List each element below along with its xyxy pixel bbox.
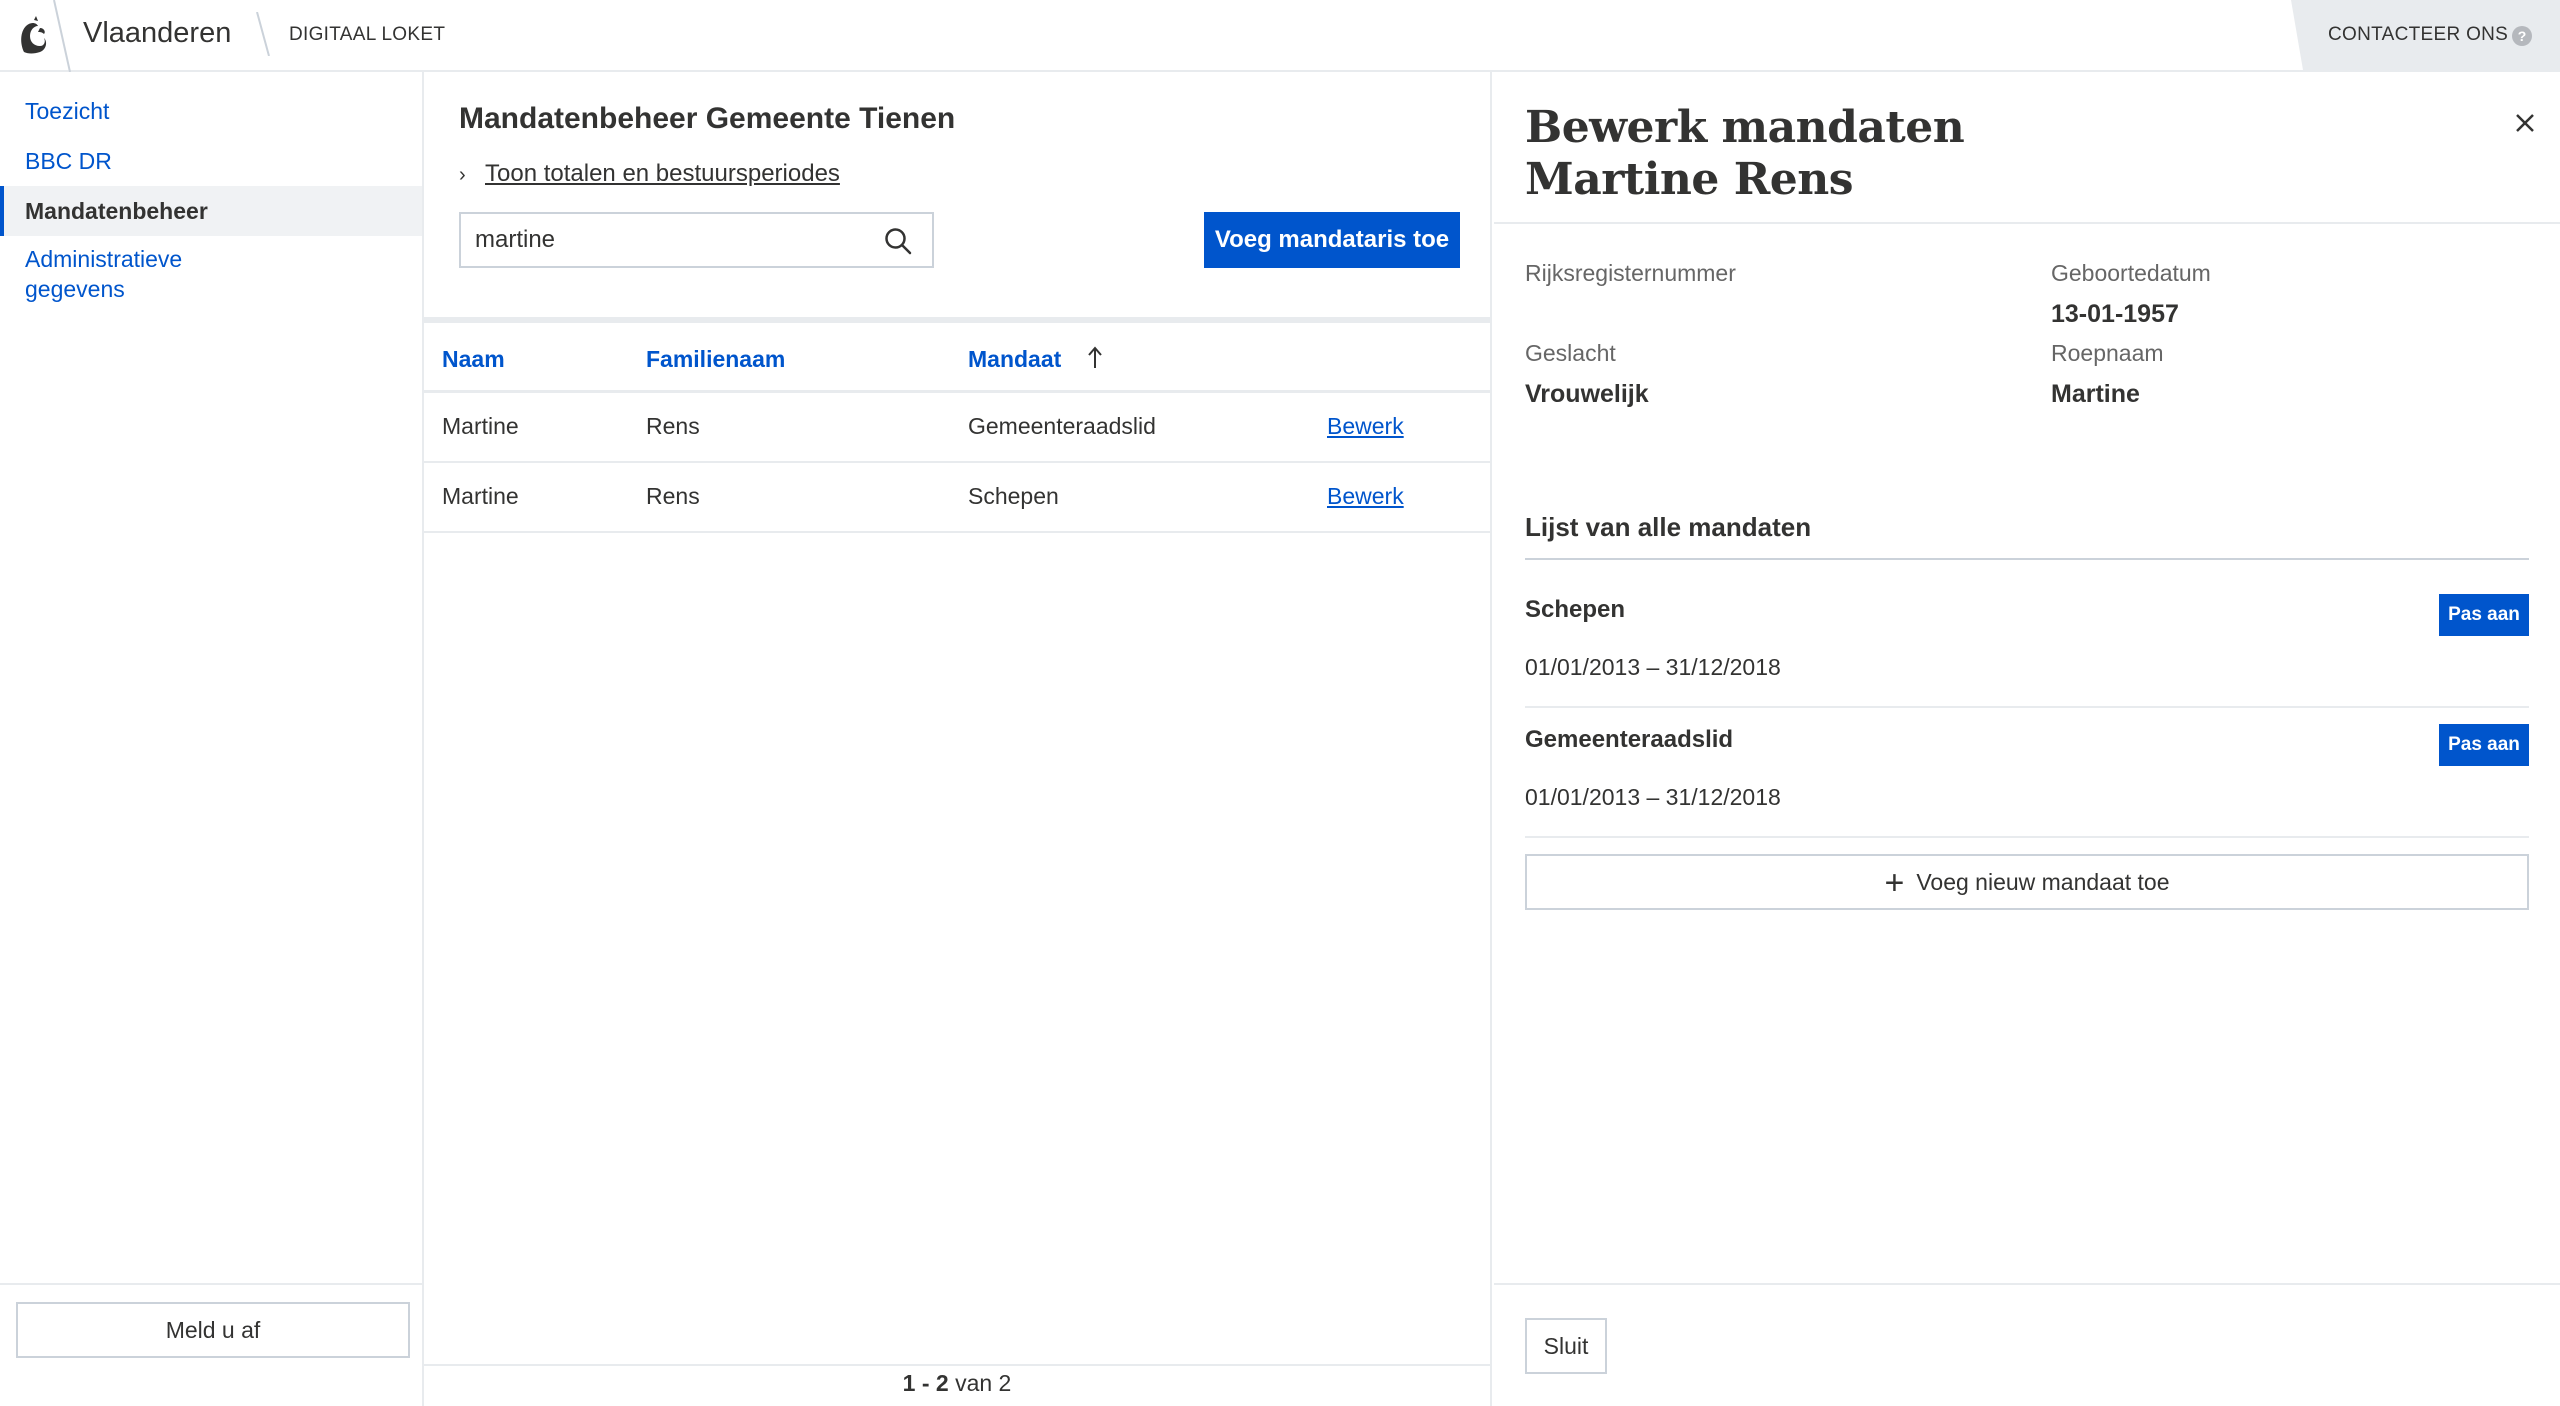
mandate-name: Gemeenteraadslid xyxy=(1525,726,1734,753)
edit-mandate-button[interactable]: Pas aan xyxy=(2439,594,2529,636)
close-button[interactable]: Sluit xyxy=(1525,1318,1607,1374)
sidebar-divider xyxy=(0,1283,422,1285)
toggle-totals-label[interactable]: Toon totalen en bestuursperiodes xyxy=(485,160,840,187)
mandates-section-title: Lijst van alle mandaten xyxy=(1525,512,1812,542)
edit-mandate-button[interactable]: Pas aan xyxy=(2439,724,2529,766)
cell-familienaam: Rens xyxy=(646,413,700,439)
panel-title: Bewerk mandaten Martine Rens xyxy=(1525,102,1965,206)
pager-divider xyxy=(424,1364,1490,1366)
geslacht-label: Geslacht xyxy=(1525,340,1616,366)
mandate-period: 01/01/2013 – 31/12/2018 xyxy=(1525,784,1781,810)
edit-mandates-panel: Bewerk mandaten Martine Rens Rijksregist… xyxy=(1494,72,2560,1406)
panel-header-divider xyxy=(1494,222,2560,224)
sidebar-item-toezicht[interactable]: Toezicht xyxy=(0,96,422,126)
column-header-naam[interactable]: Naam xyxy=(442,346,505,373)
geboortedatum-label: Geboortedatum xyxy=(2051,260,2211,286)
mandate-divider xyxy=(1525,836,2529,838)
search-icon[interactable] xyxy=(884,227,912,255)
column-header-familienaam[interactable]: Familienaam xyxy=(646,346,785,373)
panel-title-line2: Martine Rens xyxy=(1525,154,1854,205)
search-input[interactable] xyxy=(475,224,865,256)
table-header: Naam Familienaam Mandaat xyxy=(424,323,1490,393)
roepnaam-value: Martine xyxy=(2051,380,2140,408)
toggle-totals[interactable]: › Toon totalen en bestuursperiodes xyxy=(459,160,840,188)
main-content: Mandatenbeheer Gemeente Tienen › Toon tot… xyxy=(424,72,1492,1406)
mandate-period: 01/01/2013 – 31/12/2018 xyxy=(1525,654,1781,680)
table-row: Martine Rens Schepen Bewerk xyxy=(424,463,1490,533)
sidebar-item-bbc-dr[interactable]: BBC DR xyxy=(0,146,422,176)
section-divider xyxy=(1525,558,2529,560)
mandatarissen-table: Naam Familienaam Mandaat Martine Rens Ge… xyxy=(424,317,1490,533)
pagination-total: van 2 xyxy=(955,1370,1012,1396)
roepnaam-label: Roepnaam xyxy=(2051,340,2164,366)
add-mandataris-button[interactable]: Voeg mandataris toe xyxy=(1204,212,1460,268)
add-mandate-label: Voeg nieuw mandaat toe xyxy=(1916,869,2170,895)
panel-title-line1: Bewerk mandaten xyxy=(1525,102,1965,153)
product-name[interactable]: DIGITAAL LOKET xyxy=(289,24,445,46)
plus-icon: + xyxy=(1884,864,1905,902)
add-mandate-button[interactable]: + Voeg nieuw mandaat toe xyxy=(1525,854,2529,910)
column-header-mandaat[interactable]: Mandaat xyxy=(968,346,1061,373)
geslacht-value: Vrouwelijk xyxy=(1525,380,1649,408)
table-row: Martine Rens Gemeenteraadslid Bewerk xyxy=(424,393,1490,463)
page-title: Mandatenbeheer Gemeente Tienen xyxy=(459,102,956,135)
flemish-lion-logo-icon[interactable] xyxy=(14,14,52,58)
app-header: Vlaanderen DIGITAAL LOKET CONTACTEER ONS… xyxy=(0,0,2560,72)
brand-name[interactable]: Vlaanderen xyxy=(83,17,231,50)
close-icon[interactable] xyxy=(2512,110,2538,136)
contact-label[interactable]: CONTACTEER ONS xyxy=(2328,24,2508,46)
cell-naam: Martine xyxy=(442,413,519,439)
header-divider xyxy=(53,0,71,72)
sort-ascending-icon[interactable] xyxy=(1085,344,1105,372)
cell-mandaat: Schepen xyxy=(968,483,1059,509)
panel-footer-divider xyxy=(1494,1283,2560,1285)
edit-link[interactable]: Bewerk xyxy=(1327,483,1404,510)
rijksregisternummer-label: Rijksregisternummer xyxy=(1525,260,1736,286)
cell-naam: Martine xyxy=(442,483,519,509)
chevron-right-icon: › xyxy=(459,164,466,186)
help-icon[interactable]: ? xyxy=(2512,26,2532,46)
search-field[interactable] xyxy=(459,212,934,268)
geboortedatum-value: 13-01-1957 xyxy=(2051,300,2179,328)
mandate-name: Schepen xyxy=(1525,596,1626,623)
sidebar-item-administratieve-gegevens[interactable]: Administratieve gegevens xyxy=(0,244,260,304)
mandate-divider xyxy=(1525,706,2529,708)
pagination-range: 1 - 2 xyxy=(902,1370,949,1396)
logout-button[interactable]: Meld u af xyxy=(16,1302,410,1358)
cell-familienaam: Rens xyxy=(646,483,700,509)
edit-link[interactable]: Bewerk xyxy=(1327,413,1404,440)
sidebar: Toezicht BBC DR Mandatenbeheer Administr… xyxy=(0,72,424,1406)
pagination: 1 - 2 van 2 xyxy=(424,1370,1490,1397)
cell-mandaat: Gemeenteraadslid xyxy=(968,413,1156,439)
header-divider xyxy=(256,12,270,56)
sidebar-item-mandatenbeheer[interactable]: Mandatenbeheer xyxy=(0,186,422,236)
